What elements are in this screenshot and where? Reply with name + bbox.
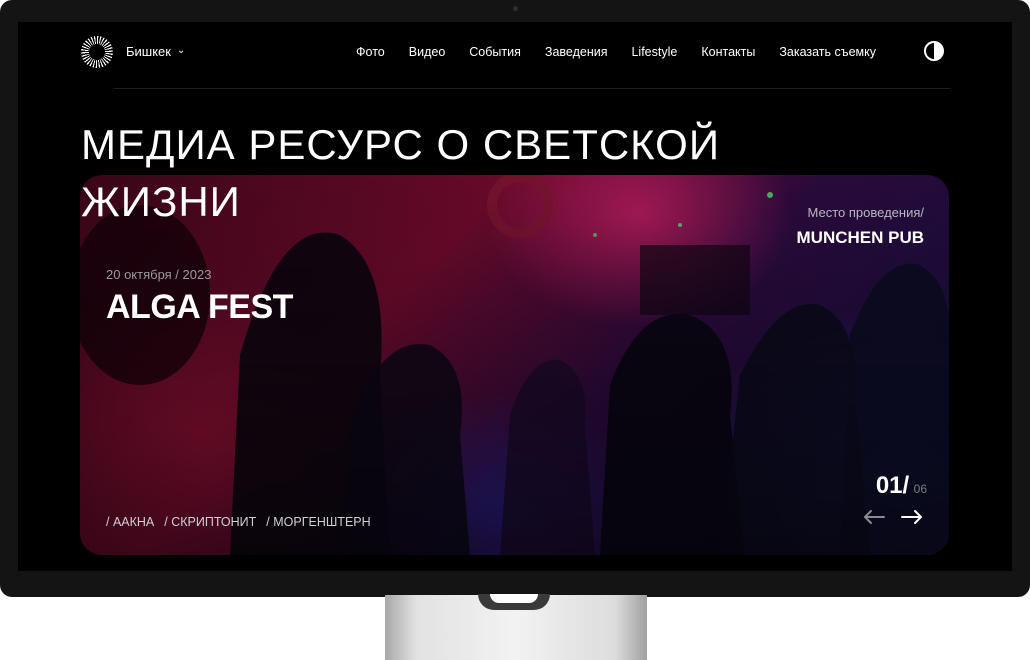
- stand-notch: [478, 594, 550, 610]
- artist-link[interactable]: / МОРГЕНШТЕРН: [266, 515, 370, 529]
- headline-line-1: МЕДИА РЕСУРС О СВЕТСКОЙ: [81, 121, 721, 168]
- site-header: Бишкек ⌄ Фото Видео События Заведения Li…: [18, 22, 1012, 88]
- monitor-frame: Бишкек ⌄ Фото Видео События Заведения Li…: [0, 0, 1030, 597]
- nav-video[interactable]: Видео: [409, 45, 446, 59]
- webcam-dot: [513, 6, 518, 11]
- slide-total: 06: [913, 482, 927, 496]
- artist-list: / ААКНА / СКРИПТОНИТ / МОРГЕНШТЕРН: [106, 515, 371, 529]
- event-date: 20 октября / 2023: [106, 267, 212, 282]
- main-nav: Фото Видео События Заведения Lifestyle К…: [356, 45, 876, 59]
- header-divider: [114, 88, 950, 89]
- slide-counter: 01/ 06: [876, 472, 927, 500]
- nav-order-shoot[interactable]: Заказать съемку: [779, 45, 876, 59]
- page-headline: МЕДИА РЕСУРС О СВЕТСКОЙ ЖИЗНИ: [81, 116, 720, 230]
- sunburst-logo-icon[interactable]: [81, 36, 113, 68]
- arrow-left-icon[interactable]: [863, 509, 885, 525]
- nav-events[interactable]: События: [469, 45, 521, 59]
- hero-event-card[interactable]: Место проведения/ MUNCHEN PUB 20 октября…: [80, 175, 949, 555]
- city-selector[interactable]: Бишкек ⌄: [126, 44, 185, 59]
- nav-lifestyle[interactable]: Lifestyle: [631, 45, 677, 59]
- artist-link[interactable]: / ААКНА: [106, 515, 154, 529]
- nav-contacts[interactable]: Контакты: [701, 45, 755, 59]
- slide-current: 01/: [875, 472, 910, 499]
- arrow-right-icon[interactable]: [901, 509, 923, 525]
- venue-label: Место проведения/: [807, 205, 924, 220]
- screen: Бишкек ⌄ Фото Видео События Заведения Li…: [18, 22, 1012, 571]
- city-label: Бишкек: [126, 44, 171, 59]
- nav-photo[interactable]: Фото: [356, 45, 385, 59]
- slider-controls: [863, 509, 923, 525]
- chevron-down-icon: ⌄: [176, 45, 186, 56]
- nav-venues[interactable]: Заведения: [545, 45, 608, 59]
- venue-name[interactable]: MUNCHEN PUB: [797, 228, 925, 248]
- event-title[interactable]: ALGA FEST: [106, 288, 293, 327]
- contrast-toggle-icon[interactable]: [924, 41, 944, 61]
- headline-line-2: ЖИЗНИ: [81, 178, 241, 225]
- artist-link[interactable]: / СКРИПТОНИТ: [164, 515, 256, 529]
